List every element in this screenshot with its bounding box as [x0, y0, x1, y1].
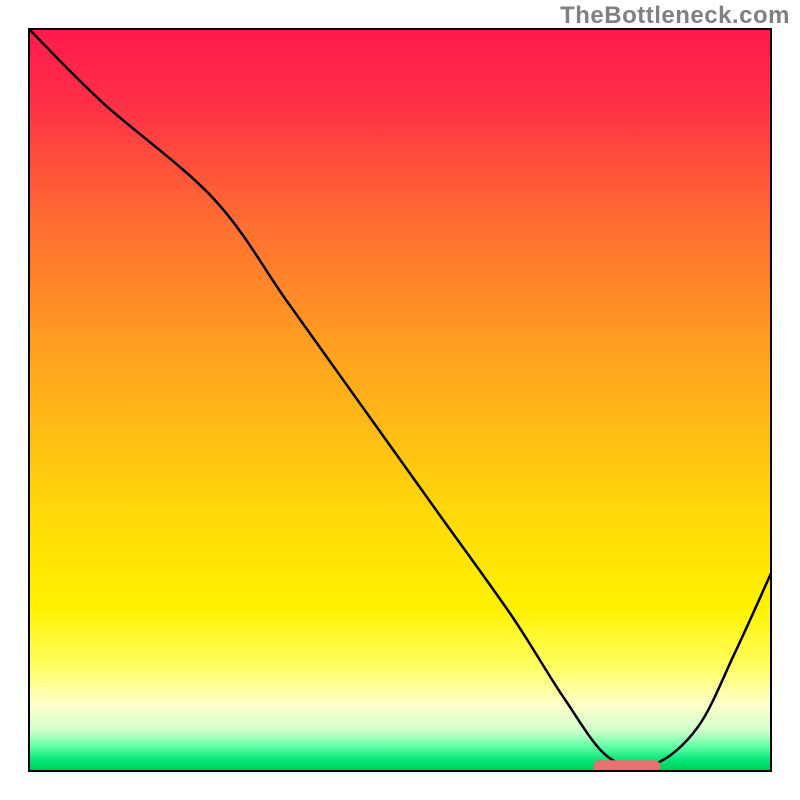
chart-container: TheBottleneck.com — [0, 0, 800, 800]
optimal-zone-marker — [593, 760, 660, 772]
plot-area — [28, 28, 772, 772]
bottleneck-curve — [28, 28, 772, 767]
curve-layer — [28, 28, 772, 772]
watermark-text: TheBottleneck.com — [560, 2, 790, 30]
